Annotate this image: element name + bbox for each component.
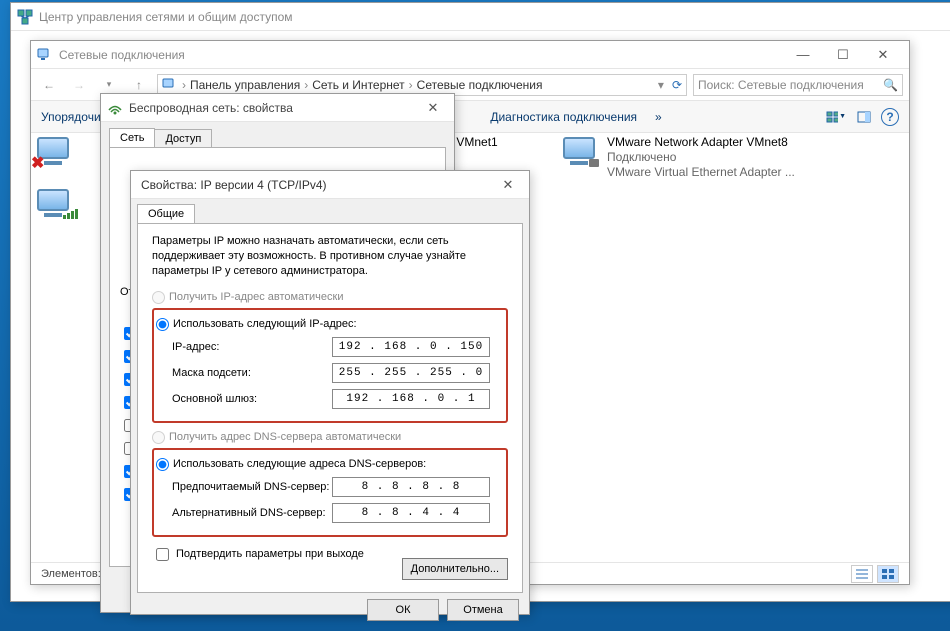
dns-manual-group: Использовать следующие адреса DNS-сервер… xyxy=(152,448,508,537)
network-connections-icon xyxy=(37,47,53,63)
ip-manual-group: Использовать следующий IP-адрес: IP-адре… xyxy=(152,308,508,423)
back-button[interactable]: ← xyxy=(37,73,61,97)
window-title: Свойства: IP версии 4 (TCP/IPv4) xyxy=(137,178,493,192)
alternate-dns-label: Альтернативный DNS-сервер: xyxy=(172,507,332,519)
breadcrumb-segment[interactable]: Сетевые подключения xyxy=(417,78,543,92)
close-button[interactable]: ✕ xyxy=(418,95,448,121)
chevron-right-icon: › xyxy=(304,78,308,92)
network-connections-icon xyxy=(162,78,178,92)
dns-auto-radio: Получить адрес DNS-сервера автоматически xyxy=(152,431,508,444)
large-icons-view-button[interactable] xyxy=(877,565,899,583)
description-text: Параметры IP можно назначать автоматичес… xyxy=(152,234,508,279)
wifi-icon xyxy=(107,100,123,116)
dropdown-chevron-icon[interactable]: ▾ xyxy=(658,78,664,92)
dialog-body: Параметры IP можно назначать автоматичес… xyxy=(137,223,523,593)
ip-auto-radio[interactable]: Получить IP-адрес автоматически xyxy=(152,291,508,304)
search-input[interactable]: Поиск: Сетевые подключения 🔍 xyxy=(693,74,903,96)
advanced-button[interactable]: Дополнительно... xyxy=(402,558,508,580)
details-view-button[interactable] xyxy=(851,565,873,583)
chevron-right-icon: › xyxy=(182,78,186,92)
preview-pane-button[interactable] xyxy=(853,106,875,128)
minimize-button[interactable]: — xyxy=(783,42,823,68)
diagnose-button[interactable]: Диагностика подключения xyxy=(490,110,637,124)
window-title: Центр управления сетями и общим доступом xyxy=(39,10,950,24)
titlebar: Центр управления сетями и общим доступом… xyxy=(11,3,950,31)
window-title: Сетевые подключения xyxy=(59,48,783,62)
adapter-disabled-icon: ✖ xyxy=(35,135,75,171)
close-button[interactable]: ✕ xyxy=(863,42,903,68)
tab-general[interactable]: Общие xyxy=(137,204,195,223)
network-adapter-item[interactable]: VMware Network Adapter VMnet8 Подключено… xyxy=(561,135,841,180)
dns-manual-radio[interactable]: Использовать следующие адреса DNS-сервер… xyxy=(156,458,504,471)
more-button[interactable]: » xyxy=(655,110,662,124)
search-icon: 🔍 xyxy=(883,78,898,92)
tab-strip: Общие xyxy=(131,199,529,223)
titlebar: Беспроводная сеть: свойства ✕ xyxy=(101,94,454,122)
adapter-name: VMware Network Adapter VMnet8 xyxy=(607,135,795,150)
subnet-mask-input[interactable]: 255 . 255 . 255 . 0 xyxy=(332,363,490,383)
help-button[interactable]: ? xyxy=(881,108,899,126)
subnet-mask-label: Маска подсети: xyxy=(172,367,332,379)
dialog-footer: ОК Отмена xyxy=(131,599,529,629)
preferred-dns-label: Предпочитаемый DNS-сервер: xyxy=(172,481,332,493)
refresh-icon[interactable]: ⟳ xyxy=(672,78,682,92)
cancel-button[interactable]: Отмена xyxy=(447,599,519,621)
ipv4-properties-window: Свойства: IP версии 4 (TCP/IPv4) ✕ Общие… xyxy=(130,170,530,615)
gateway-input[interactable]: 192 . 168 . 0 . 1 xyxy=(332,389,490,409)
preferred-dns-input[interactable]: 8 . 8 . 8 . 8 xyxy=(332,477,490,497)
forward-button[interactable]: → xyxy=(67,73,91,97)
titlebar: Свойства: IP версии 4 (TCP/IPv4) ✕ xyxy=(131,171,529,199)
view-button[interactable]: ▼ xyxy=(825,106,847,128)
close-button[interactable]: ✕ xyxy=(493,172,523,198)
adapter-wifi-icon xyxy=(35,187,75,223)
ip-manual-radio[interactable]: Использовать следующий IP-адрес: xyxy=(156,318,504,331)
alternate-dns-input[interactable]: 8 . 8 . 4 . 4 xyxy=(332,503,490,523)
titlebar: Сетевые подключения — ☐ ✕ xyxy=(31,41,909,69)
search-placeholder: Поиск: Сетевые подключения xyxy=(698,78,864,92)
tab-access[interactable]: Доступ xyxy=(154,129,212,148)
chevron-right-icon: › xyxy=(409,78,413,92)
breadcrumb-segment[interactable]: Панель управления xyxy=(190,78,300,92)
tab-network[interactable]: Сеть xyxy=(109,128,155,147)
window-title: Беспроводная сеть: свойства xyxy=(129,101,418,115)
ip-address-label: IP-адрес: xyxy=(172,341,332,353)
adapter-ethernet-icon xyxy=(561,135,601,171)
tab-strip: Сеть Доступ xyxy=(101,122,454,147)
maximize-button[interactable]: ☐ xyxy=(823,42,863,68)
breadcrumb-segment[interactable]: Сеть и Интернет xyxy=(312,78,404,92)
adapter-status: Подключено xyxy=(607,150,795,165)
network-center-icon xyxy=(17,9,33,25)
ok-button[interactable]: ОК xyxy=(367,599,439,621)
gateway-label: Основной шлюз: xyxy=(172,393,332,405)
adapter-device: VMware Virtual Ethernet Adapter ... xyxy=(607,165,795,180)
ip-address-input[interactable]: 192 . 168 . 0 . 150 xyxy=(332,337,490,357)
